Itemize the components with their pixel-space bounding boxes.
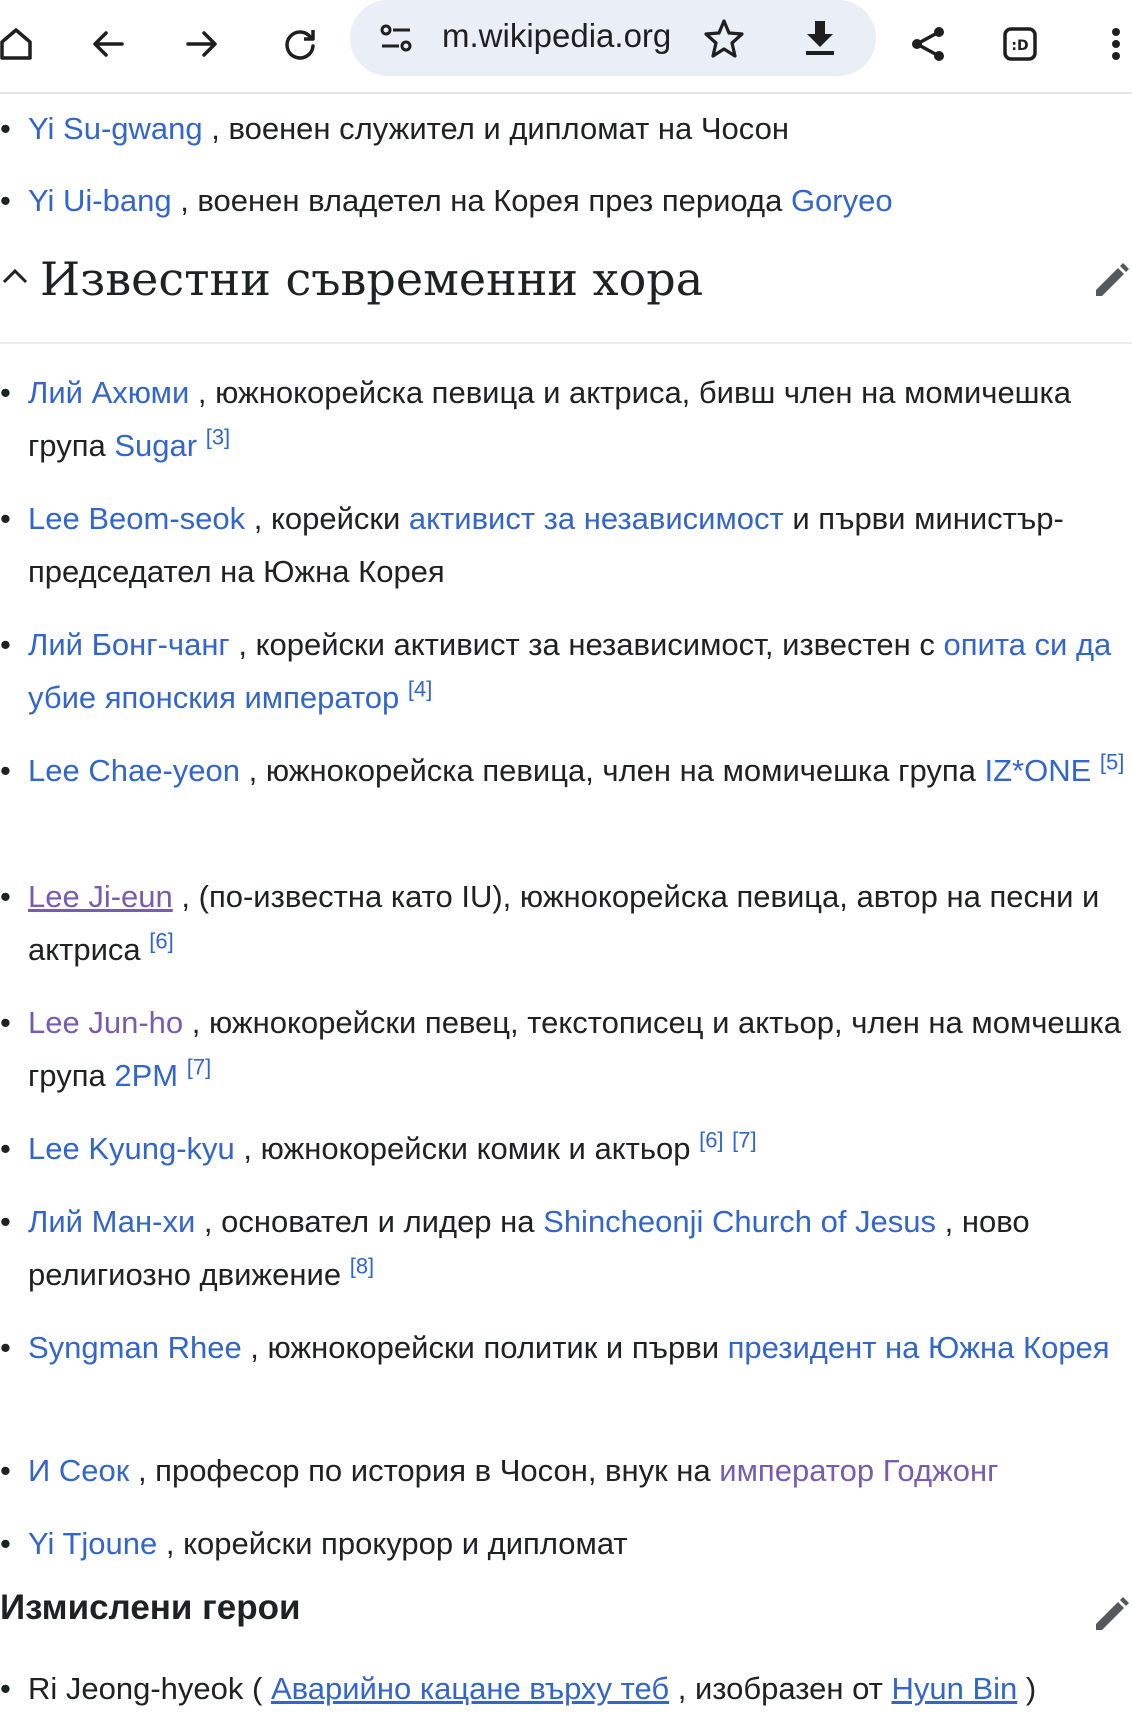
list-item: • Yi Su-gwang , военен служител и диплом… [0, 111, 789, 146]
topic-link[interactable]: император Годжонг [719, 1453, 998, 1488]
share-icon[interactable] [898, 14, 958, 74]
chevron-up-icon[interactable] [0, 262, 30, 292]
address-bar[interactable]: m.wikipedia.org [350, 0, 876, 76]
link-goryeo[interactable]: Goryeo [791, 183, 893, 218]
topic-link[interactable]: Shincheonji Church of Jesus [543, 1204, 936, 1239]
url-text[interactable]: m.wikipedia.org [442, 17, 671, 55]
reference-link[interactable]: [6] [149, 929, 173, 954]
edit-pencil-icon[interactable] [1090, 1594, 1132, 1636]
edit-pencil-icon[interactable] [1090, 260, 1132, 302]
browser-toolbar: m.wikipedia.org :D [0, 0, 1132, 94]
more-options-icon[interactable] [1086, 14, 1132, 74]
person-link[interactable]: Syngman Rhee [28, 1330, 242, 1365]
list-item: • Syngman Rhee , южнокорейски политик и … [0, 1330, 1110, 1365]
list-item: • Лий Ахюми , южнокорейска певица и актр… [0, 375, 1072, 463]
back-arrow-icon[interactable] [78, 14, 138, 74]
person-link[interactable]: Lee Ji-eun [28, 879, 173, 914]
reference-link[interactable]: [4] [408, 677, 432, 702]
forward-arrow-icon[interactable] [172, 14, 232, 74]
person-link[interactable]: Lee Beom-seok [28, 501, 245, 536]
person-link[interactable]: Lee Kyung-kyu [28, 1131, 235, 1166]
list-item: • Ri Jeong-hyeok ( Аварийно кацане върху… [0, 1671, 1037, 1706]
list-item: • Lee Jun-ho , южнокорейски певец, текст… [0, 1005, 1122, 1093]
list-item: • И Сеок , професор по история в Чосон, … [0, 1453, 999, 1488]
person-link[interactable]: Лий Ахюми [28, 375, 189, 410]
bookmark-star-icon[interactable] [702, 16, 746, 60]
person-link[interactable]: Lee Jun-ho [28, 1005, 183, 1040]
person-link[interactable]: Lee Chae-yeon [28, 753, 240, 788]
list-item: • Lee Ji-eun , (по-известна като IU), юж… [0, 879, 1100, 967]
reference-link[interactable]: [7] [732, 1128, 756, 1153]
topic-link[interactable]: 2PM [114, 1058, 178, 1093]
topic-link[interactable]: Аварийно кацане върху теб [271, 1671, 669, 1706]
link-yi-ui-bang[interactable]: Yi Ui-bang [28, 183, 172, 218]
topic-link[interactable]: Sugar [114, 428, 197, 463]
section-header-fictional[interactable]: Измислени герои [0, 1588, 301, 1628]
list-item: • Lee Beom-seok , корейски активист за н… [0, 501, 1064, 589]
list-item: • Yi Ui-bang , военен владетел на Корея … [0, 183, 893, 218]
reload-icon[interactable] [270, 14, 330, 74]
link-yi-su-gwang[interactable]: Yi Su-gwang [28, 111, 203, 146]
list-item: • Лий Ман-хи , основател и лидер на Shin… [0, 1204, 1030, 1292]
reference-link[interactable]: [5] [1100, 750, 1124, 775]
topic-link[interactable]: активист за независимост [409, 501, 784, 536]
person-link[interactable]: Hyun Bin [891, 1671, 1017, 1706]
person-link[interactable]: Лий Бонг-чанг [28, 627, 230, 662]
person-link[interactable]: И Сеок [28, 1453, 129, 1488]
section-header-modern-people[interactable]: Известни съвременни хора [0, 238, 1132, 344]
site-settings-icon[interactable] [376, 18, 416, 58]
topic-link[interactable]: IZ*ONE [984, 753, 1091, 788]
download-icon[interactable] [798, 16, 842, 60]
list-item: • Лий Бонг-чанг , корейски активист за н… [0, 627, 1112, 715]
reference-link[interactable]: [7] [187, 1055, 211, 1080]
section-title: Известни съвременни хора [40, 252, 704, 306]
topic-link[interactable]: президент на Южна Корея [728, 1330, 1110, 1365]
section-title: Измислени герои [0, 1588, 301, 1627]
list-item: • Yi Tjoune , корейски прокурор и диплом… [0, 1526, 628, 1561]
person-link[interactable]: Yi Tjoune [28, 1526, 157, 1561]
reference-link[interactable]: [3] [206, 425, 230, 450]
list-item: • Lee Kyung-kyu , южнокорейски комик и а… [0, 1127, 757, 1166]
person-link[interactable]: Лий Ман-хи [28, 1204, 195, 1239]
home-icon[interactable] [0, 14, 46, 74]
reference-link[interactable]: [6] [699, 1128, 723, 1153]
svg-text::D: :D [1011, 38, 1028, 54]
reference-link[interactable]: [8] [350, 1254, 374, 1279]
tab-switcher-icon[interactable]: :D [990, 14, 1050, 74]
list-item: • Lee Chae-yeon , южнокорейска певица, ч… [0, 749, 1125, 788]
